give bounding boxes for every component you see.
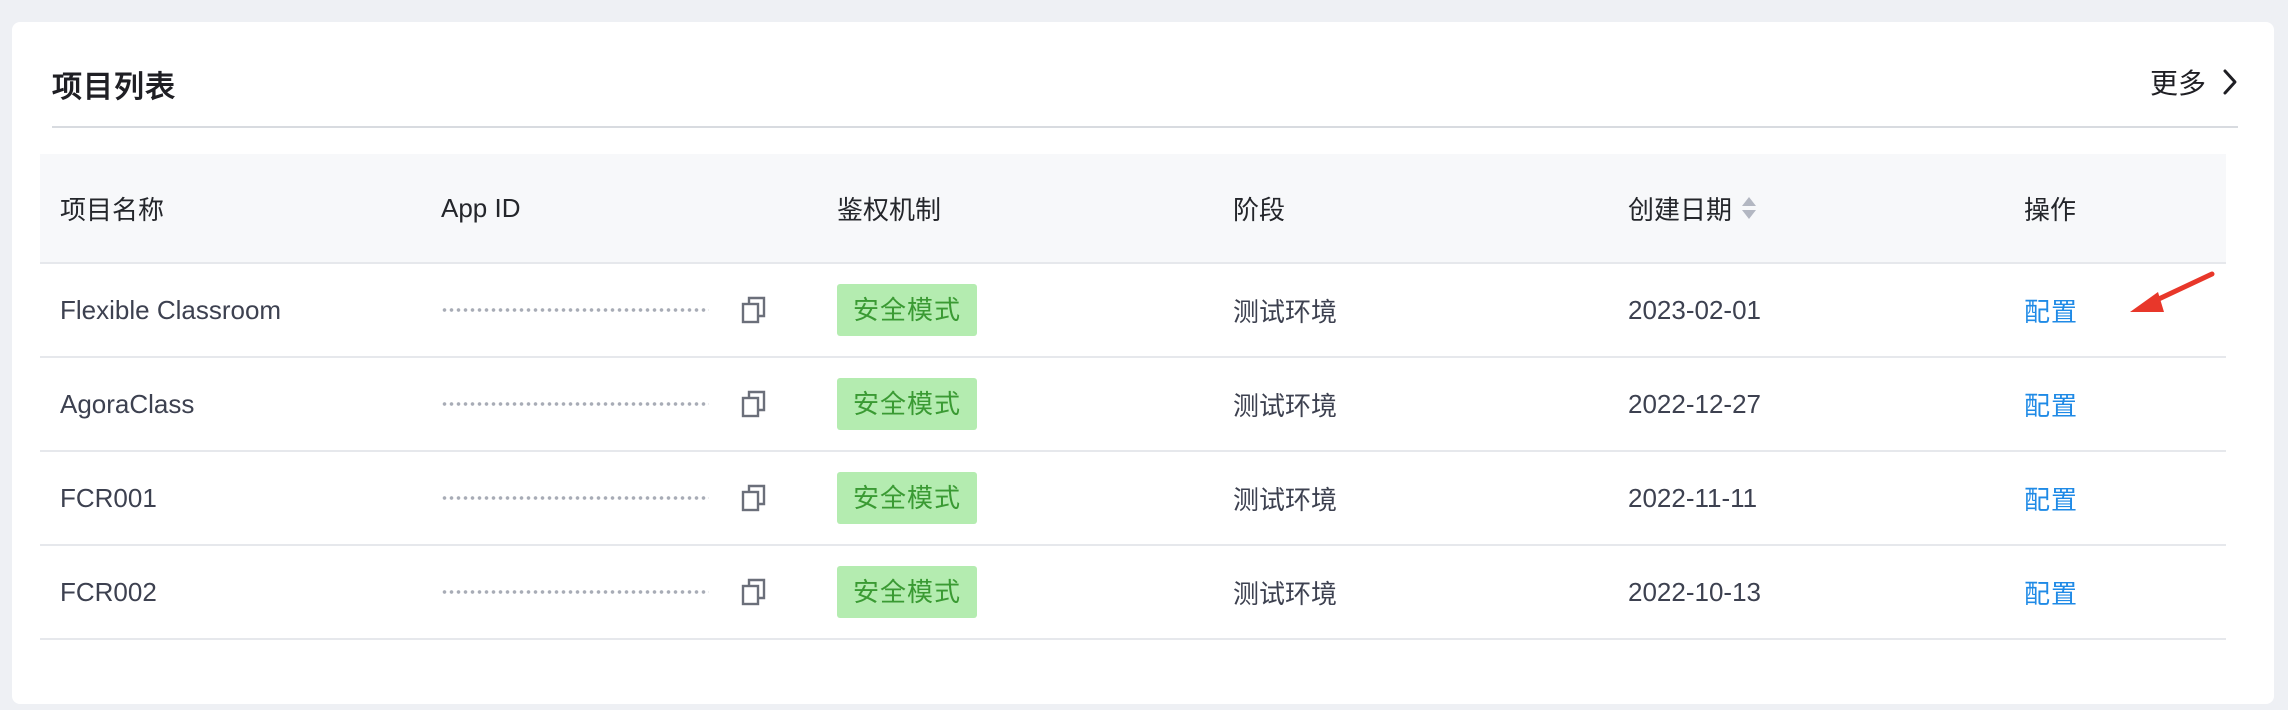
created-date: 2022-12-27	[1628, 388, 1761, 419]
copy-icon	[741, 484, 766, 512]
project-name: Flexible Classroom	[60, 294, 282, 325]
ops-cell: 配置	[2024, 574, 2226, 611]
ops-cell: 配置	[2024, 480, 2226, 517]
ops-cell: 配置	[2024, 386, 2226, 423]
copy-button[interactable]	[739, 483, 769, 513]
header-created-date[interactable]: 创建日期	[1628, 190, 2024, 227]
header-created-date-label: 创建日期	[1628, 194, 1733, 225]
app-id-cell	[441, 295, 837, 325]
red-arrow-annotation	[2130, 271, 2215, 312]
table-row: FCR001 安全模式 测试环境 2022-11-11 配置	[40, 452, 2226, 546]
copy-icon	[741, 390, 766, 418]
config-link[interactable]: 配置	[2024, 297, 2078, 327]
header-ops: 操作	[2024, 194, 2077, 225]
copy-icon	[741, 296, 766, 324]
config-link[interactable]: 配置	[2024, 391, 2078, 421]
stage: 测试环境	[1233, 484, 1338, 515]
app-id-cell	[441, 389, 837, 419]
masked-app-id	[441, 308, 709, 312]
project-name: FCR002	[60, 576, 157, 607]
more-link[interactable]: 更多	[2150, 64, 2238, 100]
auth-cell: 安全模式	[837, 284, 1233, 336]
created-date: 2023-02-01	[1628, 294, 1761, 325]
more-label: 更多	[2149, 68, 2206, 99]
stage: 测试环境	[1233, 578, 1338, 609]
header-project-name: 项目名称	[60, 194, 165, 225]
project-name: FCR001	[60, 482, 157, 513]
stage: 测试环境	[1233, 390, 1338, 421]
page-title: 项目列表	[52, 71, 176, 104]
table-header-row: 项目名称 App ID 鉴权机制 阶段 创建日期 操作	[40, 154, 2226, 264]
project-name: AgoraClass	[60, 388, 195, 419]
copy-icon	[741, 578, 766, 606]
auth-cell: 安全模式	[837, 378, 1233, 430]
sort-icon[interactable]	[1740, 195, 1758, 221]
copy-button[interactable]	[739, 295, 769, 325]
card-header: 项目列表 更多	[52, 22, 2238, 128]
header-stage: 阶段	[1233, 194, 1286, 225]
config-link[interactable]: 配置	[2024, 485, 2078, 515]
auth-cell: 安全模式	[837, 472, 1233, 524]
app-id-cell	[441, 577, 837, 607]
masked-app-id	[441, 402, 709, 406]
copy-button[interactable]	[739, 389, 769, 419]
table-row: Flexible Classroom 安全模式 测试环境 2023-02-01 …	[40, 264, 2226, 358]
table-row: FCR002 安全模式 测试环境 2022-10-13 配置	[40, 546, 2226, 640]
project-table: 项目名称 App ID 鉴权机制 阶段 创建日期 操作 Flexible Cla…	[40, 154, 2226, 640]
app-id-cell	[441, 483, 837, 513]
masked-app-id	[441, 590, 709, 594]
stage: 测试环境	[1233, 296, 1338, 327]
copy-button[interactable]	[739, 577, 769, 607]
config-link[interactable]: 配置	[2024, 579, 2078, 609]
chevron-right-icon	[2223, 69, 2237, 95]
status-badge: 安全模式	[837, 566, 978, 618]
status-badge: 安全模式	[837, 284, 978, 336]
created-date: 2022-11-11	[1628, 482, 1758, 513]
created-date: 2022-10-13	[1628, 576, 1761, 607]
masked-app-id	[441, 496, 709, 500]
table-row: AgoraClass 安全模式 测试环境 2022-12-27 配置	[40, 358, 2226, 452]
header-auth: 鉴权机制	[837, 194, 942, 225]
header-app-id: App ID	[441, 192, 521, 223]
auth-cell: 安全模式	[837, 566, 1233, 618]
status-badge: 安全模式	[837, 378, 978, 430]
status-badge: 安全模式	[837, 472, 978, 524]
